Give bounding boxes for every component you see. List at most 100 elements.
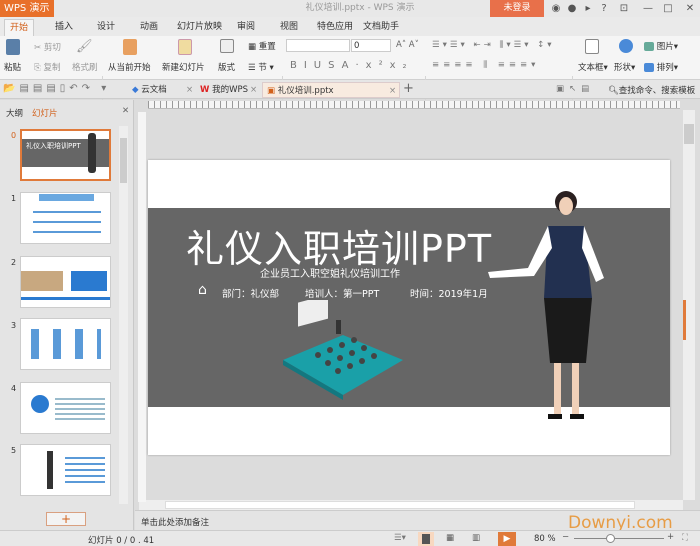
paste-label[interactable]: 粘贴	[4, 61, 21, 73]
date-text[interactable]: 时间：2019年1月	[410, 286, 488, 300]
slide-counter: 幻灯片 0 / 0 . 41	[88, 536, 155, 546]
picture-button[interactable]: 图片▾	[644, 40, 678, 52]
slide-thumbnail-5[interactable]	[20, 444, 111, 496]
tab-animation[interactable]: 动画	[135, 19, 163, 36]
layout-button[interactable]: 版式	[218, 61, 235, 73]
panel-scrollbar[interactable]	[119, 126, 128, 504]
picture-icon	[644, 42, 654, 51]
shape-label: 形状	[614, 63, 632, 73]
doc-tab-cloud[interactable]: ◆ 云文档 ×	[128, 82, 198, 98]
close-icon[interactable]: ×	[186, 82, 193, 98]
section-label: 节	[258, 63, 267, 73]
vertical-scrollbar[interactable]	[683, 110, 695, 500]
reading-view-button[interactable]: ▥	[472, 533, 480, 543]
tab-insert[interactable]: 插入	[50, 19, 78, 36]
pptx-icon: ▣	[267, 86, 276, 96]
new-tab-button[interactable]: +	[403, 81, 414, 96]
slide-number: 4	[11, 384, 17, 393]
slide-number: 5	[11, 446, 17, 455]
trainer-text[interactable]: 培训人：第一PPT	[305, 286, 379, 300]
slide-subtitle[interactable]: 企业员工入职空姐礼仪培训工作	[260, 265, 400, 280]
list-buttons[interactable]: ☰▾☰▾ ⇤⇥ ⫼▾☰▾ ↕▾	[432, 40, 555, 50]
tab-doc-assistant[interactable]: 文档助手	[358, 19, 404, 36]
doc-tab-active[interactable]: ▣ 礼仪培训.pptx ×	[262, 82, 400, 98]
menu-tabs: 开始 插入 设计 动画 幻灯片放映 审阅 视图 特色应用 文档助手	[0, 17, 700, 36]
sorter-view-button[interactable]: ▦	[446, 533, 454, 543]
notes-toggle[interactable]: ☰▾	[394, 533, 406, 543]
thumb-title: 礼仪入职培训PPT	[26, 142, 81, 150]
department-text[interactable]: 部门：礼仪部	[222, 286, 279, 300]
horizontal-scrollbar[interactable]	[139, 500, 683, 510]
login-button[interactable]: 未登录	[490, 0, 544, 17]
copy-label: 复制	[43, 63, 61, 73]
slide-thumbnail-0[interactable]: 礼仪入职培训PPT	[20, 129, 111, 181]
slide-thumbnail-4[interactable]	[20, 382, 111, 434]
paste-button[interactable]	[6, 39, 20, 55]
settings-icon[interactable]: ●	[564, 0, 580, 17]
zoom-slider[interactable]	[574, 534, 664, 543]
close-button[interactable]: ✕	[682, 0, 698, 17]
arrange-button[interactable]: 排列▾	[644, 61, 678, 73]
section-button[interactable]: ☰ 节 ▾	[248, 61, 274, 73]
classroom-illustration	[283, 300, 403, 400]
slide-number: 3	[11, 321, 17, 330]
zoom-in-button[interactable]: +	[667, 532, 674, 542]
close-panel-icon[interactable]: ✕	[122, 106, 129, 116]
minimize-button[interactable]: —	[640, 0, 656, 17]
font-size-input[interactable]: 0	[351, 39, 391, 52]
font-grow-shrink[interactable]: A˄ A˅	[396, 40, 419, 50]
feedback-icon[interactable]: ▸	[580, 0, 596, 17]
zoom-level[interactable]: 80 %	[534, 534, 556, 544]
notes-placeholder[interactable]: 单击此处添加备注	[141, 516, 209, 528]
search-label: 查找命令、搜索模板	[618, 86, 696, 96]
text-box-button[interactable]: 文本框▾	[578, 61, 608, 73]
tab-view[interactable]: 视图	[275, 19, 303, 36]
maximize-button[interactable]: □	[660, 0, 676, 17]
font-name-input[interactable]	[286, 39, 350, 52]
pin-icon[interactable]: ⊡	[616, 0, 632, 17]
app-menu-button[interactable]: WPS 演示 ▾	[0, 0, 54, 31]
normal-view-button[interactable]	[418, 532, 434, 546]
home-icon: ⌂	[198, 282, 207, 298]
layout-icon	[220, 39, 234, 53]
align-buttons[interactable]: ≡≡≡≡ ⫼ ≡≡≡▾	[432, 60, 539, 70]
doc-tab-mywps[interactable]: W 我的WPS ×	[196, 82, 258, 98]
tab-slides[interactable]: 幻灯片	[32, 107, 58, 119]
reset-label: 重置	[258, 42, 276, 52]
quick-access-toolbar[interactable]: 📂▤▤▤▯↶↷ ▾	[3, 83, 110, 94]
format-painter-button[interactable]: 格式刷	[72, 61, 98, 73]
fit-window-icon[interactable]: ⛶	[682, 533, 688, 543]
add-slide-button[interactable]: +	[46, 512, 86, 526]
help-icon[interactable]: ?	[596, 0, 612, 17]
shape-button[interactable]: 形状▾	[614, 61, 635, 73]
new-slide-button[interactable]: 新建幻灯片	[162, 61, 205, 73]
skin-icon[interactable]: ◉	[548, 0, 564, 17]
tab-design[interactable]: 设计	[92, 19, 120, 36]
doc-tab-label: 云文档	[141, 85, 167, 95]
tab-slideshow[interactable]: 幻灯片放映	[172, 19, 227, 36]
copy-button[interactable]: ⎘ 复制	[34, 61, 61, 73]
projector-icon	[123, 39, 137, 55]
slide-thumbnail-3[interactable]	[20, 318, 111, 370]
close-icon[interactable]: ×	[250, 82, 257, 98]
title-bar: WPS 演示 ▾ 礼仪培训.pptx - WPS 演示 未登录 ◉ ● ▸ ? …	[0, 0, 700, 31]
zoom-out-button[interactable]: −	[562, 532, 569, 542]
command-search[interactable]: 🔍︎查找命令、搜索模板	[608, 84, 695, 96]
tab-home[interactable]: 开始	[4, 19, 35, 36]
slide-canvas[interactable]: 礼仪入职培训PPT 企业员工入职空姐礼仪培训工作 ⌂ 部门：礼仪部 培训人：第一…	[148, 160, 670, 455]
play-slideshow-button[interactable]: ▶	[498, 532, 516, 546]
cut-button[interactable]: ✂ 剪切	[34, 41, 61, 53]
tab-tools[interactable]: ▣↖▤	[556, 84, 594, 94]
slide-thumbnail-2[interactable]	[20, 256, 111, 308]
tab-features[interactable]: 特色应用	[312, 19, 358, 36]
reset-button[interactable]: ▦ 重置	[248, 40, 276, 52]
zoom-slider-handle[interactable]	[606, 534, 615, 543]
tab-review[interactable]: 审阅	[232, 19, 260, 36]
presenter-figure	[488, 191, 604, 419]
slide-thumbnail-1[interactable]	[20, 192, 111, 244]
close-icon[interactable]: ×	[389, 83, 396, 99]
slide-number: 0	[11, 131, 17, 140]
from-current-button[interactable]: 从当前开始	[108, 61, 151, 73]
font-style-buttons[interactable]: BIUSA·x²x₂	[290, 60, 414, 71]
tab-outline[interactable]: 大纲	[6, 107, 23, 119]
